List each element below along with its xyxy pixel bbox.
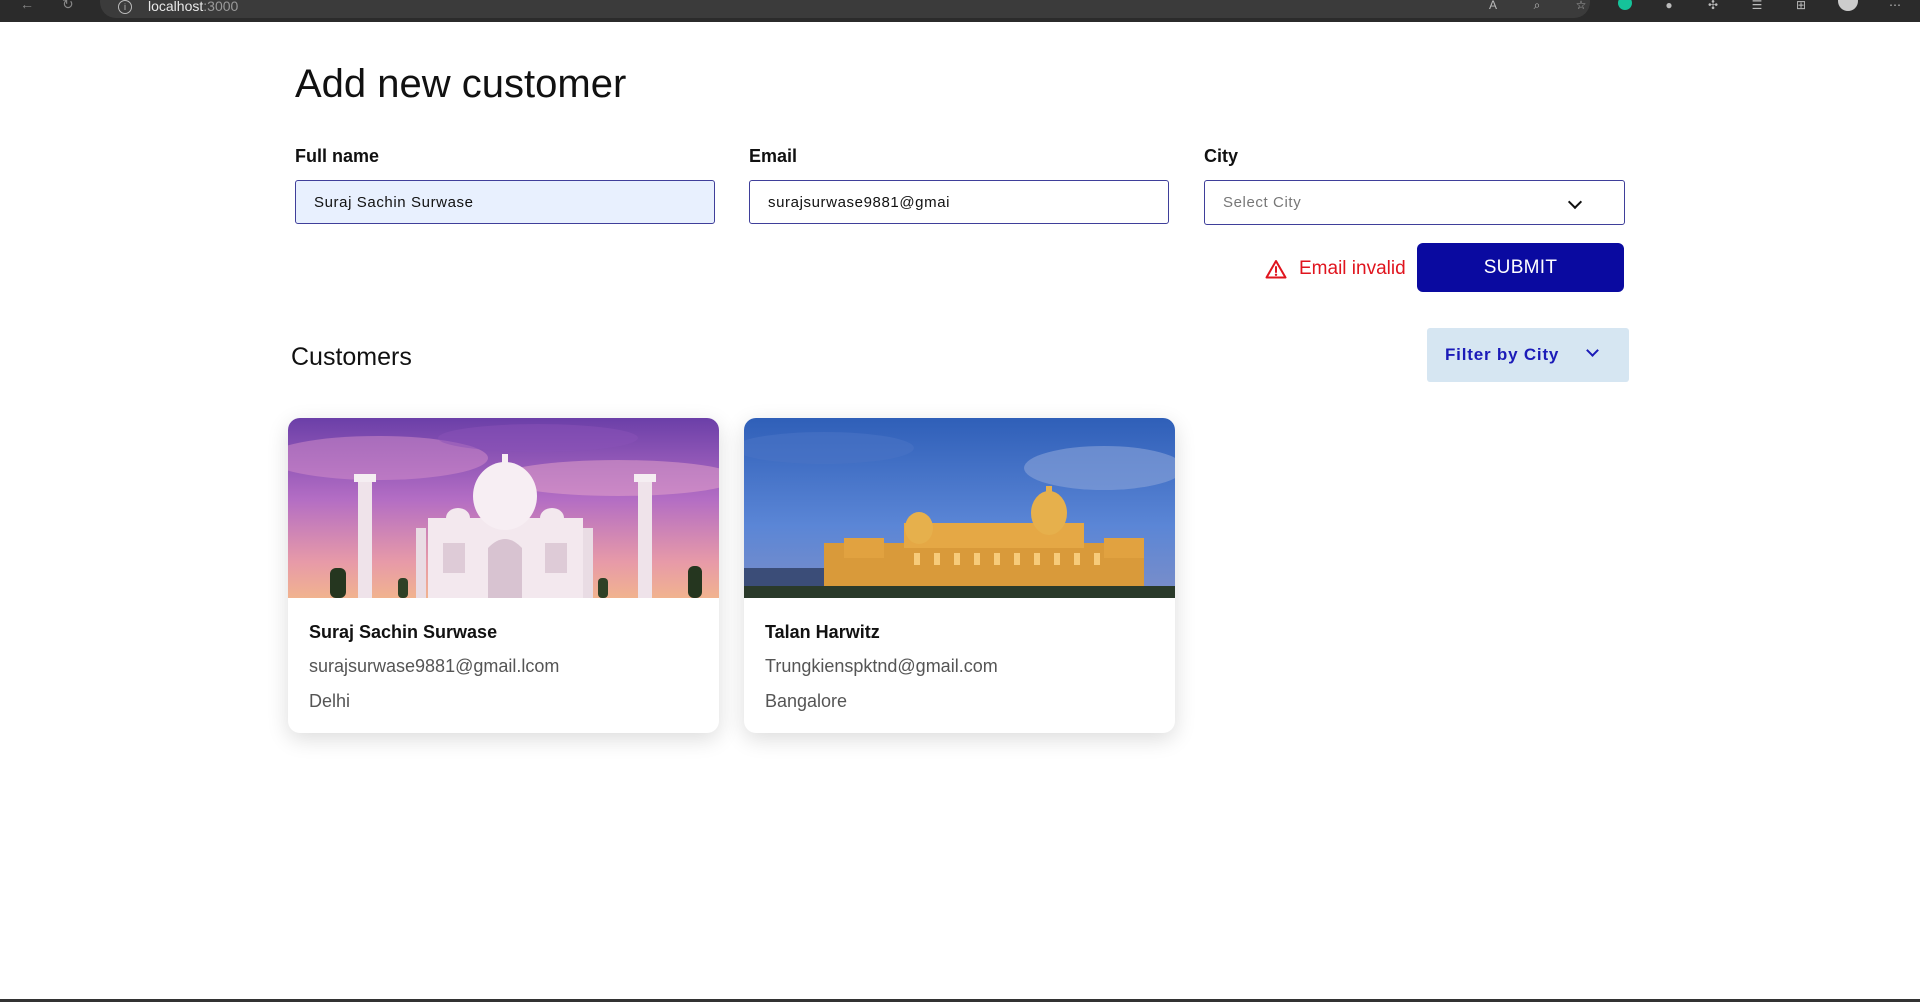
browser-extensions: A ⌕ ☆ ● ✣ ☰ ⊞ ⋯ bbox=[1486, 0, 1902, 12]
warning-icon bbox=[1265, 260, 1287, 279]
url-text: localhost:3000 bbox=[148, 0, 238, 14]
chevron-down-icon bbox=[1586, 344, 1599, 357]
submit-button[interactable]: SUBMIT bbox=[1417, 243, 1624, 292]
city-select-placeholder: Select City bbox=[1223, 194, 1302, 211]
profile-avatar[interactable] bbox=[1838, 0, 1858, 11]
city-photo bbox=[744, 418, 1175, 598]
city-photo bbox=[288, 418, 719, 598]
zoom-icon[interactable]: ⌕ bbox=[1530, 0, 1544, 11]
grammarly-icon[interactable] bbox=[1618, 0, 1632, 10]
city-select[interactable]: Select City bbox=[1204, 180, 1625, 225]
email-error: Email invalid bbox=[1265, 258, 1406, 280]
customer-email: surajsurwase9881@gmail.lcom bbox=[309, 656, 560, 676]
back-arrow-icon[interactable]: ← bbox=[20, 0, 34, 11]
customer-name: Suraj Sachin Surwase bbox=[309, 622, 498, 642]
info-icon[interactable]: i bbox=[118, 0, 132, 14]
customer-city: Delhi bbox=[309, 691, 351, 711]
email-input[interactable] bbox=[749, 180, 1169, 224]
customer-name: Talan Harwitz bbox=[765, 622, 880, 642]
city-label: City bbox=[1204, 146, 1239, 166]
customer-card: Talan Harwitz Trungkienspktnd@gmail.com … bbox=[744, 418, 1175, 733]
favorites-icon[interactable]: ☰ bbox=[1750, 0, 1764, 11]
customer-email: Trungkienspktnd@gmail.com bbox=[765, 656, 998, 676]
url-host: localhost bbox=[148, 0, 204, 14]
email-label: Email bbox=[749, 146, 798, 166]
browser-toolbar: ← ↻ i localhost:3000 A ⌕ ☆ ● ✣ ☰ ⊞ ⋯ bbox=[0, 0, 1920, 22]
full-name-input[interactable] bbox=[295, 180, 715, 224]
reload-icon[interactable]: ↻ bbox=[62, 0, 74, 11]
customer-card: Suraj Sachin Surwase surajsurwase9881@gm… bbox=[288, 418, 719, 733]
customers-heading: Customers bbox=[291, 343, 412, 371]
more-menu-icon[interactable]: ⋯ bbox=[1888, 0, 1902, 11]
error-message: Email invalid bbox=[1299, 258, 1406, 279]
customer-city: Bangalore bbox=[765, 691, 848, 711]
address-bar[interactable]: i localhost:3000 bbox=[100, 0, 1590, 18]
extensions-puzzle-icon[interactable]: ✣ bbox=[1706, 0, 1720, 11]
page-title: Add new customer bbox=[295, 62, 627, 106]
collections-icon[interactable]: ⊞ bbox=[1794, 0, 1808, 11]
filter-label: Filter by City bbox=[1445, 345, 1560, 364]
tracking-icon[interactable]: ☆ bbox=[1574, 0, 1588, 11]
full-name-label: Full name bbox=[295, 146, 380, 166]
read-aloud-icon[interactable]: A bbox=[1486, 0, 1500, 11]
extension-circle-icon[interactable]: ● bbox=[1662, 0, 1676, 11]
chevron-down-icon bbox=[1567, 194, 1583, 210]
filter-by-city-dropdown[interactable]: Filter by City bbox=[1427, 328, 1629, 382]
url-port: :3000 bbox=[203, 0, 239, 14]
